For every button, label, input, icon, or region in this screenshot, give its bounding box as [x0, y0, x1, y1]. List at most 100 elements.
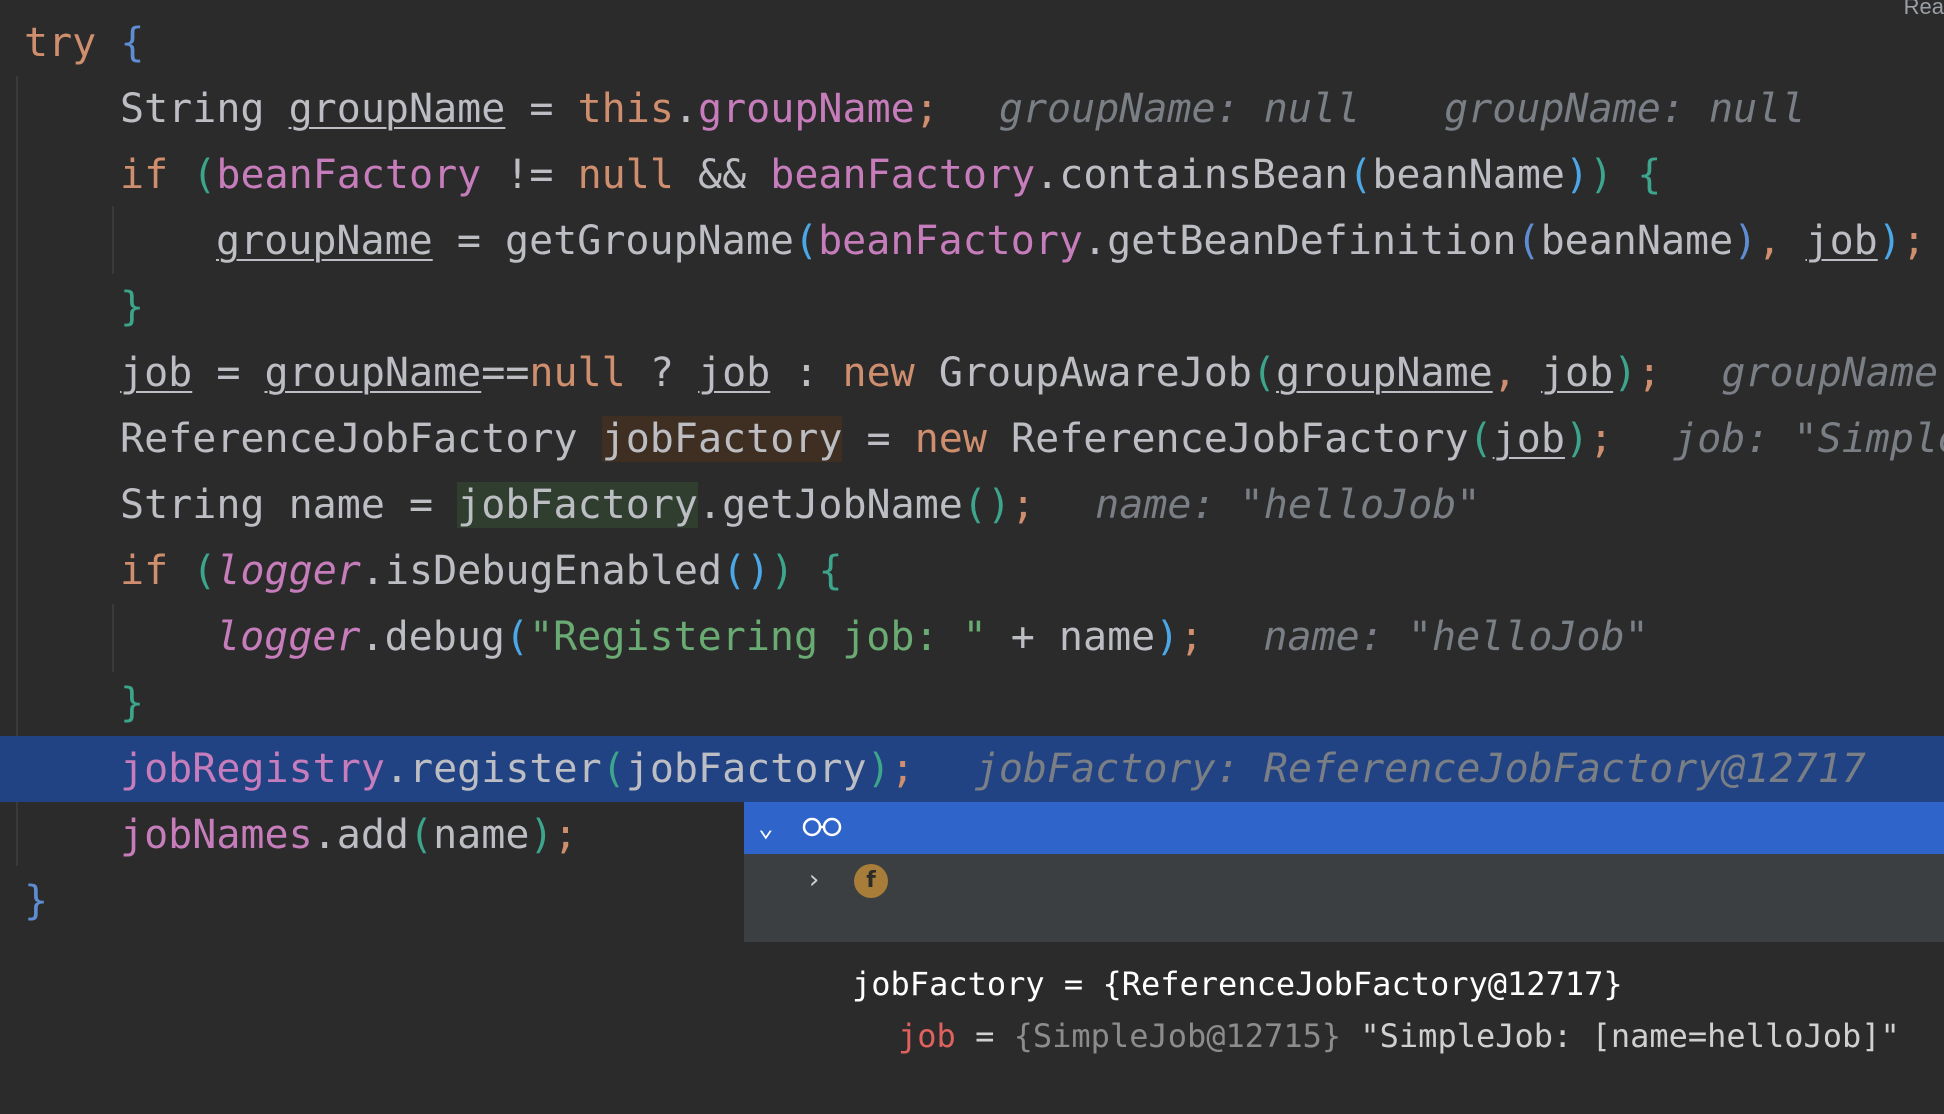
variable-groupName: groupName [1276, 350, 1493, 396]
chevron-down-icon[interactable]: ⌄ [758, 802, 774, 854]
popup-row-text: jobFactory = {ReferenceJobFactory@12717} [852, 965, 1623, 1003]
semicolon: ; [1179, 614, 1204, 660]
paren: ( [192, 152, 217, 198]
inline-hint: groupName: [1721, 350, 1944, 396]
operator: : [770, 350, 843, 396]
variable-groupName: groupName [264, 350, 482, 396]
popup-field-type: {SimpleJob@12715} [1013, 1017, 1342, 1055]
method-call: = getGroupName [432, 218, 794, 264]
field-badge-icon: f [854, 864, 888, 898]
code-line-4[interactable]: groupName = getGroupName(beanFactory.get… [0, 208, 1944, 274]
code-line-14[interactable]: } [0, 868, 744, 934]
variable-groupName: groupName [216, 218, 433, 264]
operator: = [192, 350, 265, 396]
brace: } [120, 680, 145, 726]
keyword-null: null [577, 152, 674, 198]
variable-job: job [1805, 218, 1878, 264]
paren: ) [529, 812, 554, 858]
variable-groupName: groupName [288, 86, 506, 132]
variable-jobFactory-declaration: jobFactory [601, 416, 843, 462]
operator: == [481, 350, 530, 396]
argument: beanName [1372, 152, 1565, 198]
type: ReferenceJobFactory [120, 416, 602, 462]
brace: } [24, 878, 49, 924]
popup-row-jobFactory[interactable]: ⌄ jobFactory = {ReferenceJobFactory@1271… [744, 802, 1944, 1003]
declaration: String name = [120, 482, 458, 528]
paren: ( [408, 812, 434, 858]
dot: . [673, 86, 699, 132]
operator: = [505, 86, 578, 132]
inline-hint: jobFactory: ReferenceJobFactory@12717 [974, 746, 1866, 792]
method-call: .add [312, 812, 409, 858]
inline-hint: groupName: null [1444, 86, 1806, 132]
comma: , [1492, 350, 1541, 396]
field-beanFactory: beanFactory [818, 218, 1083, 264]
brace: { [818, 548, 843, 594]
inline-hint: name: "helloJob" [1095, 482, 1481, 528]
comma: , [1757, 218, 1806, 264]
operator: != [481, 152, 578, 198]
paren: ) [1589, 152, 1614, 198]
code-line-5[interactable]: } [0, 274, 1944, 340]
code-line-7[interactable]: ReferenceJobFactory jobFactory = new Ref… [0, 406, 1944, 472]
class-name: GroupAwareJob [914, 350, 1252, 396]
argument: name [433, 812, 530, 858]
code-line-12-execution-point[interactable]: jobRegistry.register(jobFactory); jobFact… [0, 736, 1944, 802]
code-line-9[interactable]: if (logger.isDebugEnabled()) { [0, 538, 1944, 604]
code-line-8[interactable]: String name = jobFactory.getJobName(); na… [0, 472, 1944, 538]
paren: ) [1613, 350, 1638, 396]
paren: ( [601, 746, 626, 792]
code-line-11[interactable]: } [0, 670, 1944, 736]
variable-job: job [698, 350, 771, 396]
inline-hint: name: "helloJob" [1263, 614, 1649, 660]
debug-value-popup[interactable]: ⌄ jobFactory = {ReferenceJobFactory@1271… [744, 802, 1944, 1055]
keyword-new: new [914, 416, 987, 462]
inline-hint: groupName: null [998, 86, 1361, 132]
method-call: .containsBean [1035, 152, 1349, 198]
code-line-2[interactable]: String groupName = this.groupName; groupN… [0, 76, 1944, 142]
code-line-1[interactable]: try { [0, 10, 1944, 76]
semicolon: ; [914, 86, 939, 132]
operator: + name [986, 614, 1156, 660]
paren: ( [192, 548, 217, 594]
paren: ) [1733, 218, 1758, 264]
method-call: .debug [360, 614, 506, 660]
field-jobRegistry: jobRegistry [120, 746, 385, 792]
code-line-13[interactable]: jobNames.add(name); [0, 802, 744, 868]
popup-row-job[interactable]: › f job = {SimpleJob@12715} "SimpleJob: … [744, 854, 1944, 1055]
paren: () [962, 482, 1012, 528]
keyword-if: if [120, 548, 169, 594]
static-field-logger: logger [216, 614, 361, 660]
paren: ) [1564, 152, 1590, 198]
paren: ) [1155, 614, 1180, 660]
code-line-6[interactable]: job = groupName==null ? job : new GroupA… [0, 340, 1944, 406]
paren: ( [1251, 350, 1276, 396]
semicolon: ; [1589, 416, 1614, 462]
string-literal: "Registering job: " [529, 614, 987, 660]
brace: } [120, 284, 145, 330]
static-field-logger: logger [216, 548, 361, 594]
field-groupName: groupName [698, 86, 915, 132]
keyword-this: this [577, 86, 674, 132]
field-beanFactory: beanFactory [216, 152, 482, 198]
argument: jobFactory [625, 746, 867, 792]
variable-job: job [120, 350, 193, 396]
keyword-null: null [529, 350, 626, 396]
semicolon: ; [890, 746, 915, 792]
paren: ) [1564, 416, 1590, 462]
keyword-if: if [120, 152, 169, 198]
method-call: .getJobName [697, 482, 963, 528]
watch-glasses-icon [802, 817, 842, 837]
semicolon: ; [1901, 218, 1926, 264]
method-call: .getBeanDefinition [1082, 218, 1517, 264]
semicolon: ; [1011, 482, 1036, 528]
variable-job: job [1492, 416, 1565, 462]
paren: ) [866, 746, 891, 792]
chevron-right-icon[interactable]: › [806, 854, 822, 906]
paren: () [722, 548, 771, 594]
code-line-3[interactable]: if (beanFactory != null && beanFactory.c… [0, 142, 1944, 208]
variable-job: job [1540, 350, 1614, 396]
semicolon: ; [1637, 350, 1662, 396]
paren: ( [1348, 152, 1373, 198]
code-line-10[interactable]: logger.debug("Registering job: " + name)… [0, 604, 1944, 670]
